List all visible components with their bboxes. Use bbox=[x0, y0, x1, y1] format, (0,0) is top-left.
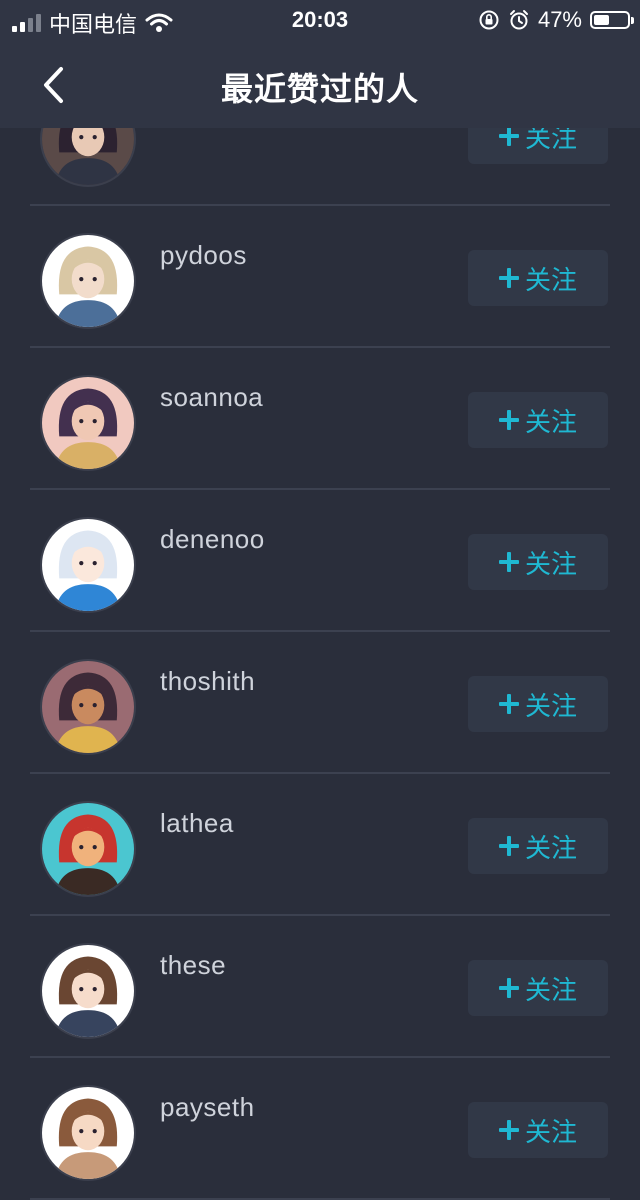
follow-label: 关注 bbox=[524, 264, 577, 295]
plus-icon bbox=[498, 978, 519, 998]
user-row[interactable]: payseth 关注 bbox=[0, 1058, 640, 1200]
username[interactable]: these bbox=[160, 950, 226, 981]
follow-button[interactable]: 关注 bbox=[468, 1102, 608, 1158]
avatar-image bbox=[42, 377, 134, 469]
username[interactable]: denenoo bbox=[160, 524, 265, 555]
follow-label: 关注 bbox=[524, 974, 577, 1005]
avatar[interactable] bbox=[40, 517, 136, 613]
avatar-image bbox=[42, 945, 134, 1037]
username[interactable]: thoshith bbox=[160, 666, 255, 697]
avatar[interactable] bbox=[40, 375, 136, 471]
user-row[interactable]: thoshith 关注 bbox=[0, 632, 640, 774]
avatar[interactable] bbox=[40, 1085, 136, 1181]
username[interactable]: payseth bbox=[160, 1092, 255, 1123]
follow-button[interactable]: 关注 bbox=[468, 534, 608, 590]
avatar[interactable] bbox=[40, 943, 136, 1039]
username[interactable]: soannoa bbox=[160, 382, 263, 413]
follow-button[interactable]: 关注 bbox=[468, 392, 608, 448]
user-row[interactable]: these 关注 bbox=[0, 916, 640, 1058]
user-row[interactable]: lathea 关注 bbox=[0, 774, 640, 916]
follow-button[interactable]: 关注 bbox=[468, 818, 608, 874]
avatar-image bbox=[42, 519, 134, 611]
page-title: 最近赞过的人 bbox=[220, 71, 419, 107]
plus-icon bbox=[498, 694, 519, 714]
battery-icon bbox=[590, 11, 634, 29]
follow-label: 关注 bbox=[524, 832, 577, 863]
nav-bar: 最近赞过的人 bbox=[0, 40, 640, 128]
orientation-lock-icon bbox=[479, 10, 499, 30]
plus-icon bbox=[498, 268, 519, 288]
avatar[interactable] bbox=[40, 801, 136, 897]
follow-button[interactable]: 关注 bbox=[468, 676, 608, 732]
status-bar: 中国电信 20:03 47% bbox=[0, 0, 640, 40]
plus-icon bbox=[498, 836, 519, 856]
avatar-image bbox=[42, 661, 134, 753]
follow-label: 关注 bbox=[524, 548, 577, 579]
follow-button[interactable]: 关注 bbox=[468, 250, 608, 306]
plus-icon bbox=[498, 552, 519, 572]
username[interactable]: lathea bbox=[160, 808, 234, 839]
status-bar-right: 47% bbox=[478, 7, 634, 33]
plus-icon bbox=[498, 1120, 519, 1140]
user-row[interactable]: soannoa 关注 bbox=[0, 348, 640, 490]
avatar-image bbox=[42, 235, 134, 327]
plus-icon bbox=[498, 126, 519, 146]
follow-label: 关注 bbox=[524, 1116, 577, 1147]
avatar-image bbox=[42, 803, 134, 895]
battery-percent: 47% bbox=[537, 7, 582, 32]
avatar-image bbox=[42, 1087, 134, 1179]
user-row[interactable]: pydoos 关注 bbox=[0, 206, 640, 348]
username[interactable]: pydoos bbox=[160, 240, 247, 271]
avatar[interactable] bbox=[40, 233, 136, 329]
plus-icon bbox=[498, 410, 519, 430]
follow-label: 关注 bbox=[524, 690, 577, 721]
follow-button[interactable]: 关注 bbox=[468, 960, 608, 1016]
avatar[interactable] bbox=[40, 659, 136, 755]
alarm-icon bbox=[509, 10, 528, 30]
liked-users-list: 关注 pydoos 关注 soannoa 关注 denenoo 关注 thosh… bbox=[0, 64, 640, 1200]
user-row[interactable]: denenoo 关注 bbox=[0, 490, 640, 632]
follow-label: 关注 bbox=[524, 406, 577, 437]
